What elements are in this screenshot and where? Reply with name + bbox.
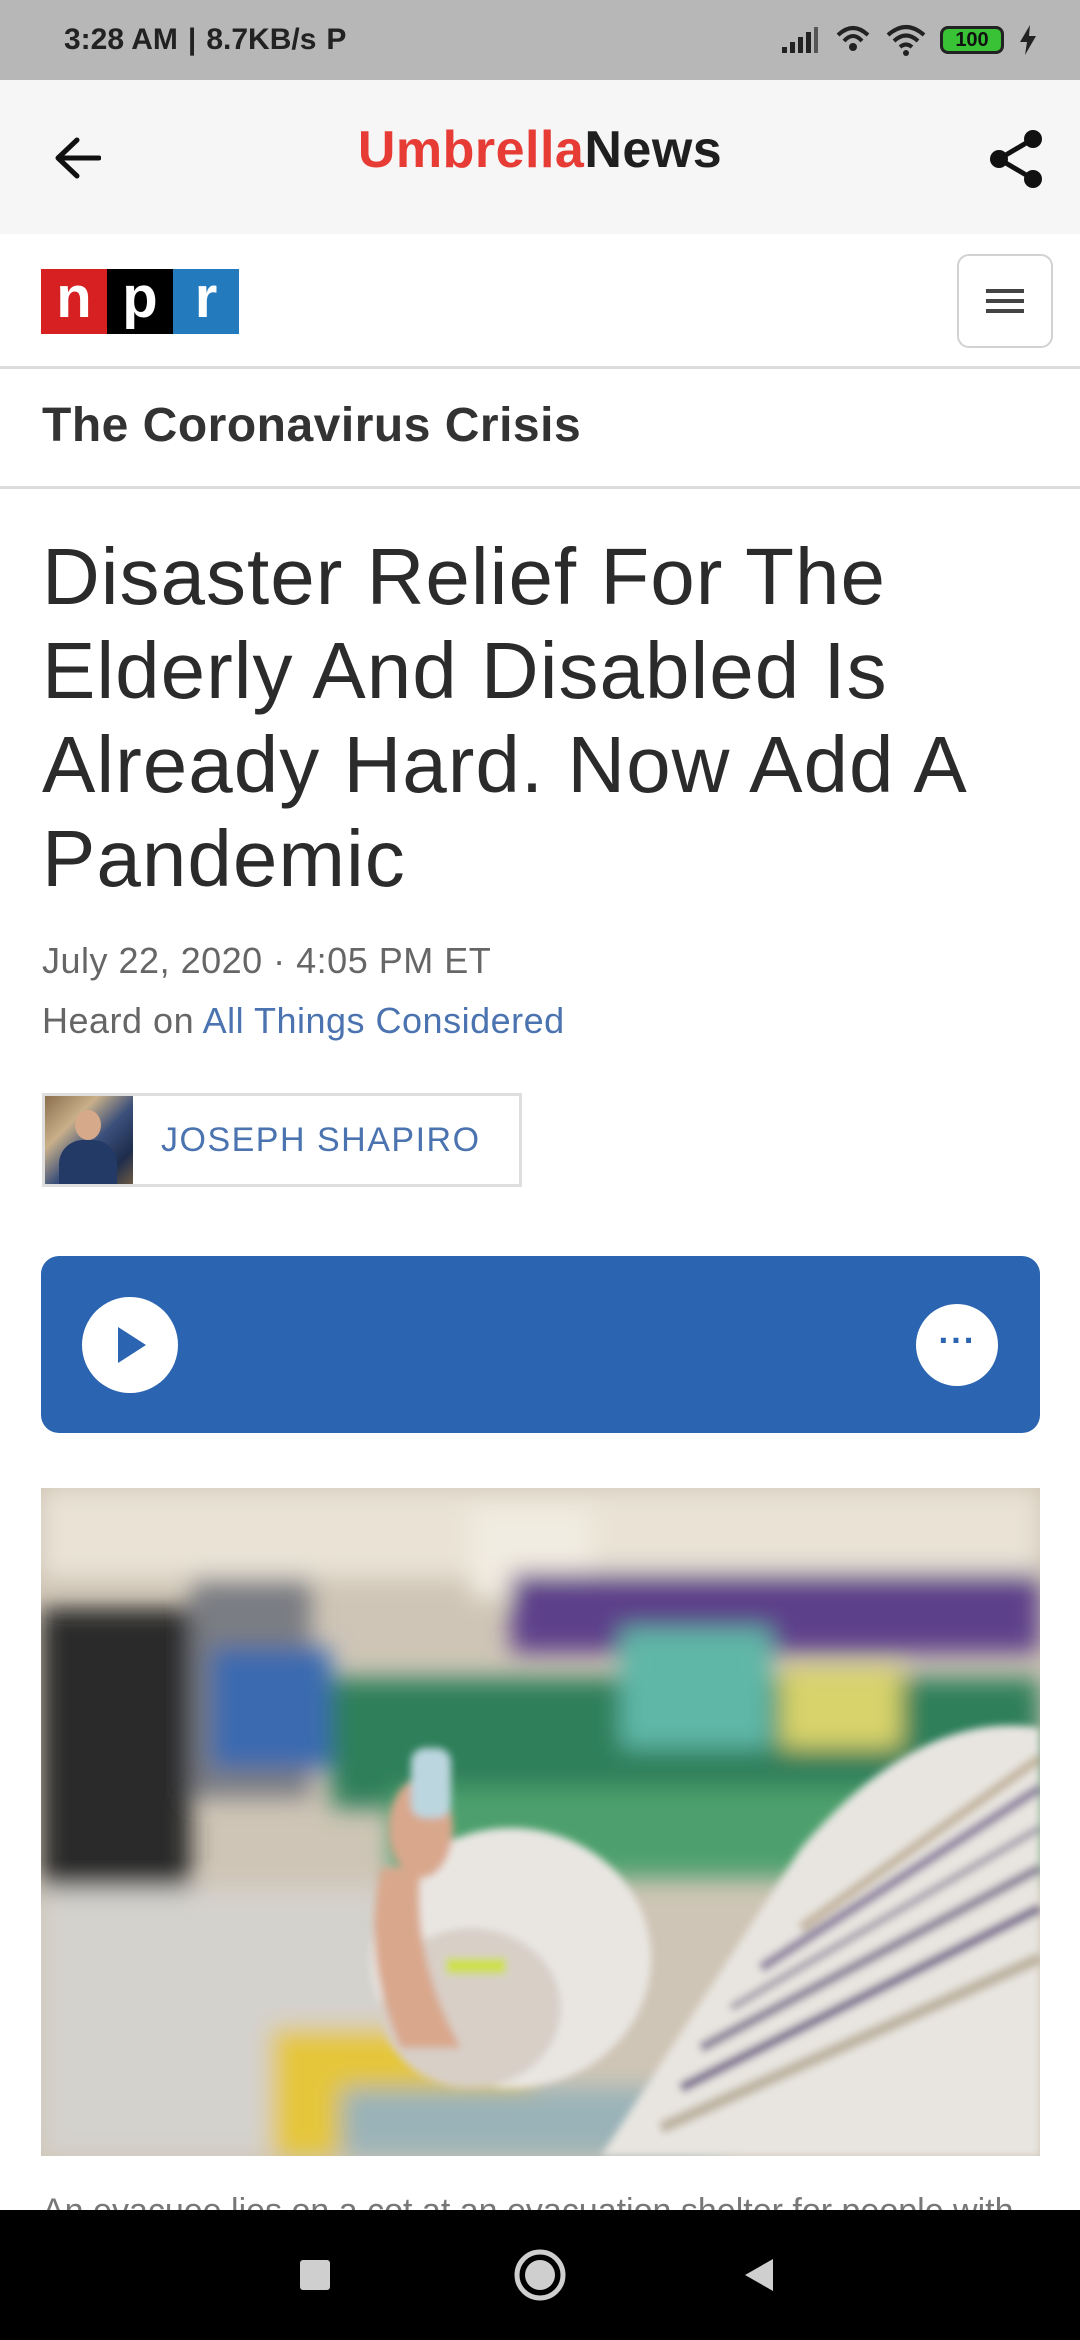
battery-indicator: 100 bbox=[940, 26, 1004, 54]
status-bar: 3:28 AM | 8.7KB/s P 100 bbox=[0, 0, 1080, 80]
home-button[interactable] bbox=[505, 2240, 575, 2310]
status-speed: 8.7KB/s bbox=[206, 23, 317, 56]
heard-on-prefix: Heard on bbox=[42, 1000, 195, 1041]
author-chip[interactable]: JOSEPH SHAPIRO bbox=[42, 1093, 522, 1187]
program-link[interactable]: All Things Considered bbox=[203, 1000, 565, 1041]
article-date: July 22, 2020 · 4:05 PM ET bbox=[42, 940, 492, 981]
hamburger-icon bbox=[986, 289, 1024, 313]
app-title-brand-part1: Umbrella bbox=[357, 121, 585, 179]
author-name: JOSEPH SHAPIRO bbox=[161, 1120, 481, 1159]
article-headline: Disaster Relief For The Elderly And Disa… bbox=[42, 532, 964, 903]
status-left: 3:28 AM | 8.7KB/s P bbox=[64, 23, 346, 57]
status-separator: | bbox=[187, 23, 197, 56]
charging-icon bbox=[1020, 25, 1036, 55]
article-photo-image bbox=[41, 1488, 1040, 2156]
square-icon bbox=[300, 2260, 330, 2290]
app-bar: UmbrellaNews bbox=[0, 80, 1080, 234]
status-time: 3:28 AM bbox=[64, 23, 178, 56]
carrier-icon: P bbox=[326, 23, 347, 56]
more-options-button[interactable]: ··· bbox=[916, 1304, 998, 1386]
wifi-icon bbox=[886, 25, 926, 56]
menu-button[interactable] bbox=[957, 254, 1053, 348]
signal-icon bbox=[782, 27, 818, 53]
play-icon bbox=[118, 1327, 146, 1363]
share-button[interactable] bbox=[980, 124, 1052, 194]
site-header: n p r bbox=[0, 234, 1080, 369]
recents-button[interactable] bbox=[280, 2240, 350, 2310]
status-right: 100 bbox=[780, 23, 1038, 57]
author-avatar bbox=[45, 1096, 133, 1184]
npr-logo-letter-p: p bbox=[107, 268, 173, 334]
system-nav-bar bbox=[0, 2210, 1080, 2340]
npr-logo[interactable]: n p r bbox=[41, 268, 239, 334]
share-icon bbox=[990, 130, 1042, 188]
home-circle-icon bbox=[514, 2249, 566, 2301]
heard-on-line: Heard on All Things Considered bbox=[42, 1000, 565, 1042]
section-bar: The Coronavirus Crisis bbox=[0, 372, 1080, 489]
article-photo bbox=[41, 1488, 1040, 2156]
hotspot-icon bbox=[836, 26, 870, 51]
audio-player: ··· bbox=[41, 1256, 1040, 1433]
npr-logo-letter-n: n bbox=[41, 268, 107, 334]
back-nav-button[interactable] bbox=[724, 2240, 794, 2310]
app-title-brand-part2: News bbox=[584, 121, 723, 179]
triangle-back-icon bbox=[745, 2259, 773, 2291]
npr-logo-letter-r: r bbox=[173, 268, 239, 334]
section-title[interactable]: The Coronavirus Crisis bbox=[42, 398, 581, 453]
app-title: UmbrellaNews bbox=[0, 120, 1080, 180]
play-button[interactable] bbox=[82, 1297, 178, 1393]
